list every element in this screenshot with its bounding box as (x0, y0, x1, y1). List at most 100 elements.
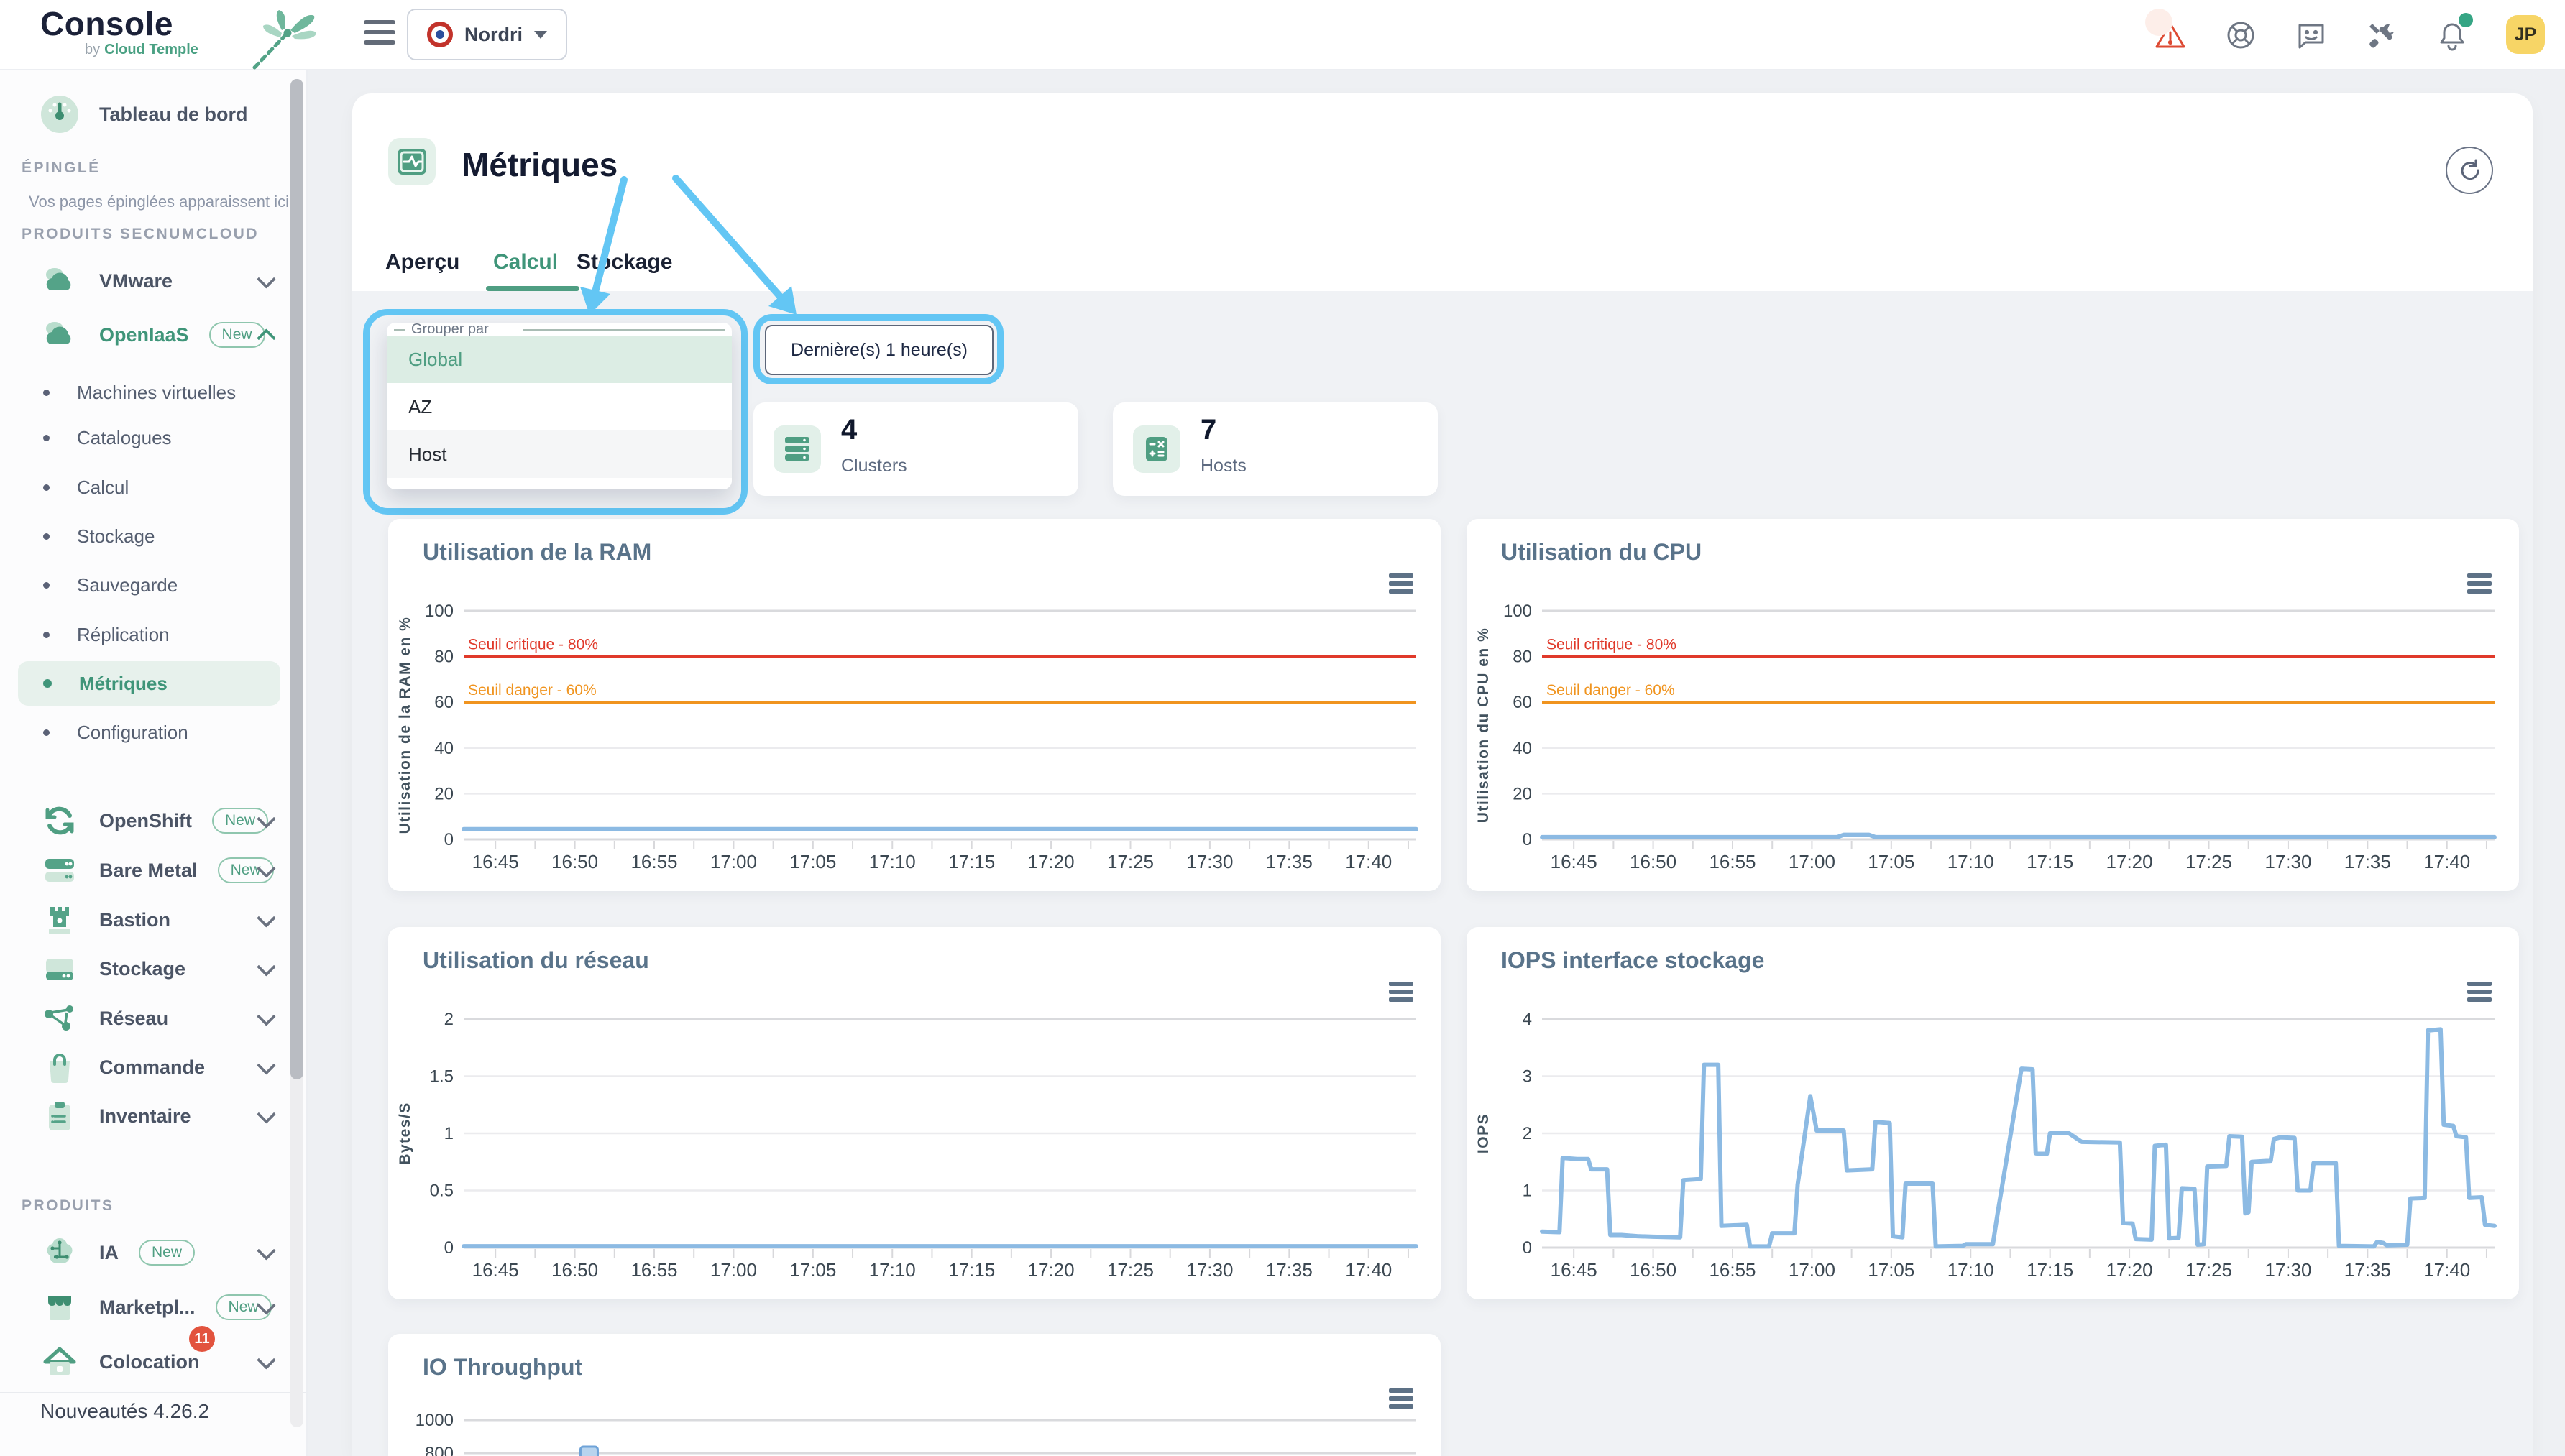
svg-text:17:15: 17:15 (948, 1259, 995, 1281)
chart-menu-icon[interactable] (1389, 573, 1413, 597)
new-badge: New (209, 322, 265, 348)
chevron-down-icon (257, 957, 276, 977)
chevron-down-icon (257, 1105, 276, 1124)
svg-text:17:00: 17:00 (710, 1259, 757, 1281)
network-usage-chart: 00.511.5216:4516:5016:5517:0017:0517:101… (388, 927, 1441, 1299)
clipboard-icon (40, 1097, 79, 1135)
sidebar: Tableau de bord ÉPINGLÉ Vos pages épingl… (0, 69, 308, 1456)
svg-text:17:05: 17:05 (789, 1259, 836, 1281)
chart-menu-icon[interactable] (1389, 982, 1413, 1005)
svg-text:17:35: 17:35 (2344, 1259, 2391, 1281)
sidebar-item-calcul[interactable]: Calcul (0, 467, 306, 507)
hosts-icon (1133, 425, 1180, 473)
support-icon[interactable] (2224, 19, 2256, 50)
clusters-count: 4 (841, 414, 857, 446)
sync-icon (40, 801, 79, 840)
refresh-button[interactable] (2446, 147, 2493, 194)
metrics-content: Grouper par Global AZ Host Dernière(s) 1… (352, 291, 2533, 1456)
dashboard-gauge-icon (40, 95, 79, 134)
tab-apercu[interactable]: Aperçu (385, 250, 459, 275)
sidebar-item-openiaas[interactable]: OpenIaaS New (0, 315, 306, 355)
svg-text:80: 80 (1513, 648, 1532, 667)
tab-stockage[interactable]: Stockage (577, 250, 672, 275)
svg-text:17:20: 17:20 (1028, 851, 1075, 872)
sidebar-item-metriques[interactable]: Métriques (0, 663, 306, 704)
svg-text:17:40: 17:40 (1345, 1259, 1392, 1281)
alerts-icon[interactable] (2154, 19, 2185, 50)
feedback-icon[interactable] (2295, 19, 2326, 50)
svg-text:40: 40 (1513, 739, 1532, 758)
svg-text:17:10: 17:10 (869, 1259, 916, 1281)
sidebar-item-bastion[interactable]: Bastion (0, 900, 306, 940)
console-logo[interactable]: Console byCloud Temple (40, 7, 299, 58)
chevron-down-icon (257, 1350, 276, 1370)
sidebar-item-machines-virtuelles[interactable]: Machines virtuelles (0, 372, 306, 413)
svg-text:16:45: 16:45 (1551, 851, 1597, 872)
svg-text:17:35: 17:35 (1266, 1259, 1313, 1281)
svg-text:80: 80 (434, 648, 454, 667)
hosts-stat-card: 7 Hosts (1113, 402, 1438, 496)
menu-toggle-icon[interactable] (364, 20, 395, 47)
svg-text:1: 1 (444, 1124, 454, 1143)
sidebar-item-replication[interactable]: Réplication (0, 614, 306, 655)
svg-text:17:30: 17:30 (2265, 1259, 2311, 1281)
svg-text:17:00: 17:00 (710, 851, 757, 872)
chart-card-network: Utilisation du réseau 00.511.5216:4516:5… (388, 927, 1441, 1299)
svg-text:Seuil critique - 80%: Seuil critique - 80% (468, 637, 598, 653)
sidebar-item-ia[interactable]: IA New (0, 1232, 306, 1273)
sidebar-item-inventaire[interactable]: Inventaire (0, 1096, 306, 1136)
hosts-label: Hosts (1201, 456, 1247, 476)
sidebar-item-reseau[interactable]: Réseau (0, 998, 306, 1038)
notification-dot (2459, 13, 2473, 27)
chart-card-cpu: Utilisation du CPU 02040608010016:4516:5… (1467, 519, 2519, 891)
active-tab-underline (486, 286, 579, 291)
svg-text:17:25: 17:25 (1107, 851, 1154, 872)
sidebar-item-vmware[interactable]: VMware (0, 261, 306, 301)
svg-text:1: 1 (1523, 1181, 1532, 1201)
sidebar-item-commande[interactable]: Commande (0, 1047, 306, 1087)
notifications-icon[interactable] (2436, 19, 2467, 50)
svg-text:16:45: 16:45 (472, 851, 519, 872)
chart-title: Utilisation du réseau (423, 947, 649, 974)
sidebar-item-sauvegarde[interactable]: Sauvegarde (0, 565, 306, 605)
sidebar-item-bare-metal[interactable]: Bare Metal New (0, 850, 306, 890)
clusters-label: Clusters (841, 456, 907, 476)
sidebar-item-stockage[interactable]: Stockage (0, 949, 306, 989)
sidebar-item-stockage-child[interactable]: Stockage (0, 516, 306, 556)
cloud-icon (40, 262, 79, 300)
tab-calcul[interactable]: Calcul (493, 250, 558, 275)
alert-badge-bg (2145, 9, 2172, 36)
svg-text:16:55: 16:55 (630, 1259, 677, 1281)
svg-text:17:25: 17:25 (2185, 1259, 2232, 1281)
storage-icon (40, 949, 79, 988)
chart-title: IOPS interface stockage (1501, 947, 1764, 974)
svg-text:100: 100 (1503, 602, 1532, 621)
groupby-option-az[interactable]: AZ (387, 383, 732, 430)
groupby-option-global[interactable]: Global (387, 336, 732, 383)
svg-text:17:15: 17:15 (948, 851, 995, 872)
chart-menu-icon[interactable] (2467, 982, 2492, 1005)
chart-menu-icon[interactable] (2467, 573, 2492, 597)
sidebar-item-catalogues[interactable]: Catalogues (0, 418, 306, 458)
clusters-icon (774, 425, 821, 473)
chart-menu-icon[interactable] (1389, 1388, 1413, 1412)
tools-icon[interactable] (2365, 19, 2397, 50)
groupby-option-host[interactable]: Host (387, 430, 732, 478)
time-range-button[interactable]: Dernière(s) 1 heure(s) (765, 325, 994, 375)
secnumcloud-section-header: PRODUITS SECNUMCLOUD (22, 226, 259, 243)
sidebar-item-configuration[interactable]: Configuration (0, 712, 306, 752)
sidebar-item-marketplace[interactable]: Marketpl... New (0, 1287, 306, 1327)
tenant-name: Nordri (464, 24, 523, 46)
sidebar-item-openshift[interactable]: OpenShift New (0, 801, 306, 841)
sidebar-item-colocation[interactable]: Colocation (0, 1342, 306, 1382)
tenant-roundel-icon (427, 22, 453, 47)
svg-text:0: 0 (1523, 1238, 1532, 1258)
avatar[interactable]: JP (2506, 15, 2545, 54)
pinned-empty-hint: Vos pages épinglées apparaissent ici (29, 193, 289, 211)
tenant-selector[interactable]: Nordri (407, 9, 567, 60)
sidebar-item-dashboard[interactable]: Tableau de bord (0, 94, 306, 134)
svg-text:17:30: 17:30 (1186, 851, 1233, 872)
whats-new-link[interactable]: Nouveautés 4.26.2 (40, 1400, 209, 1423)
sidebar-scrollbar-thumb[interactable] (290, 79, 303, 1079)
chart-title: Utilisation du CPU (1501, 539, 1702, 566)
